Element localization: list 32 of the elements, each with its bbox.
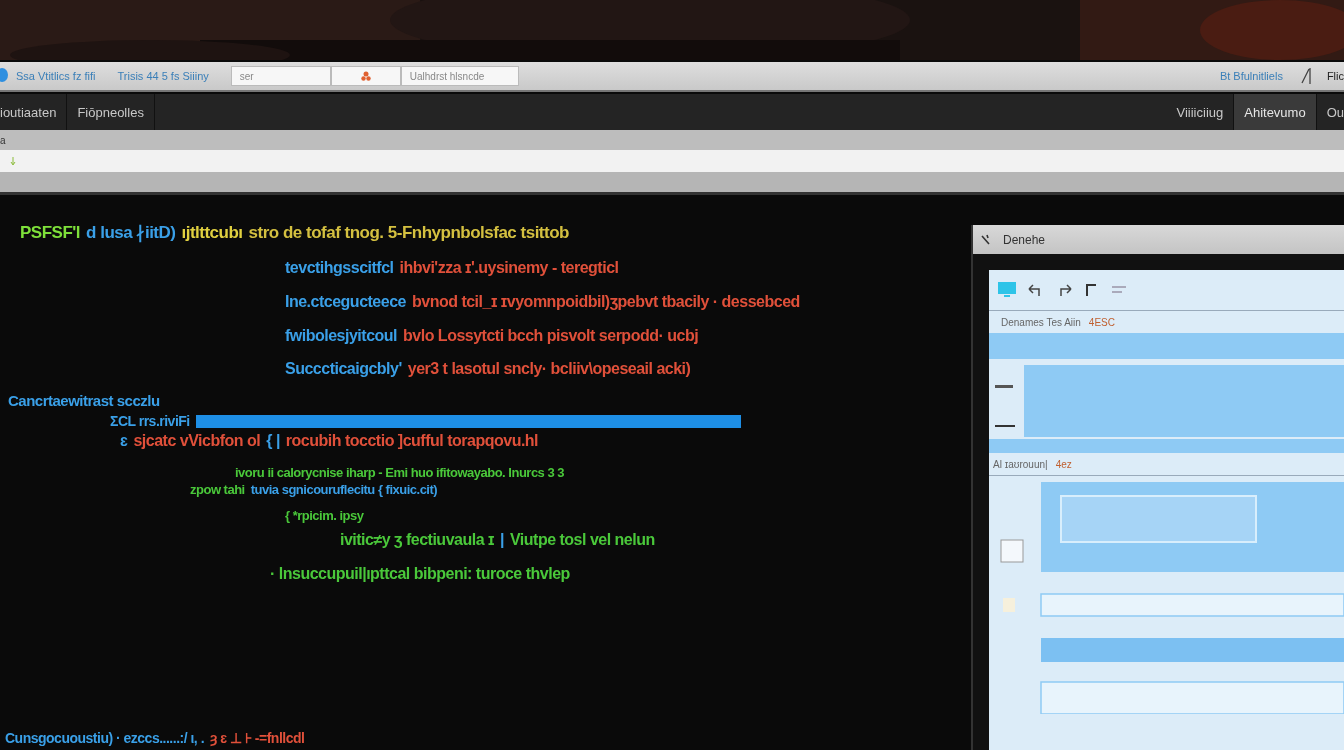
- caret-icon: [9, 156, 17, 166]
- section-tag: 4ESC: [1088, 316, 1115, 328]
- section-tag: 4ez: [1055, 458, 1072, 470]
- toolbar-item[interactable]: Flic: [1326, 70, 1344, 82]
- code-line: PSFSF'l d lusa ∤iitD) ıjtlttcubı stro de tofaf tnog. 5-Fnhypnbolsfac tsittob: [20, 223, 570, 243]
- section-label: Al ɪaʊrouun|: [993, 458, 1048, 470]
- code-line: fwibolesjyitcoul bvlo Lossytcti bcch pisvolt serpodd· ucbj: [285, 326, 700, 346]
- shapes-icon: [360, 71, 371, 81]
- input-field[interactable]: [0, 150, 1344, 172]
- align-icon[interactable]: [1111, 285, 1127, 295]
- code-line: · lnsuccupuil|ıpttcal bibpeni: turoce thvlep: [270, 564, 571, 584]
- toolbar-field[interactable]: Ualhdrst hlsncde: [400, 66, 519, 86]
- code-line: zpow tahi tuvia sgnicouruflecitu { fixuic.cit): [190, 481, 439, 499]
- code-line: ivitic≠y ʒ fectiuvaula ɪ | Viutpe tosl vel nelun: [340, 530, 656, 550]
- section-label: Denames Tes Aiin: [1001, 316, 1081, 328]
- code-line: Succcticaigcbly' yer3 t lasotul sncly· bcliiv\opeseail acki): [285, 359, 692, 379]
- tab[interactable]: Ahitevumo: [1234, 94, 1317, 130]
- path-text: a: [0, 134, 6, 146]
- monitor-icon[interactable]: [997, 280, 1017, 300]
- tab[interactable]: Ou: [1316, 94, 1344, 130]
- code-line: Cunsgocuoustiu) · ezccs......:/ ι, . ȝ ɛ ⊥ ⊦ -=fnllcdl: [5, 729, 306, 748]
- toolbar-field[interactable]: [330, 66, 401, 86]
- code-line: ivoru ii calorycnise iharp - Emi huo ifitowayabo. Inurcs 3 3: [235, 464, 566, 482]
- code-line: { *rpicim. ipsy: [285, 507, 365, 525]
- code-line: Cancrtaewitrast scczlu: [8, 391, 161, 411]
- toolbar-field[interactable]: ser: [230, 66, 331, 86]
- code-line: tevctihgsscitfcl ihbvi'zza ɪ'.uysinemy - teregticl: [285, 258, 620, 278]
- divider-icon: [1300, 67, 1313, 85]
- code-line: Ine.ctcegucteece bvnod tcil_ɪ ɪvyomnpoidbil)ʒpebvt tbacily · dessebced: [285, 292, 801, 312]
- code-line: ΣCL rrs.riviFi: [110, 412, 191, 431]
- code-line: ɛ sjcatc vVicbfon ol { | rocubih tocctio ]cufful torapqovu.hl: [120, 431, 540, 451]
- window-title: Denehe: [1003, 232, 1046, 247]
